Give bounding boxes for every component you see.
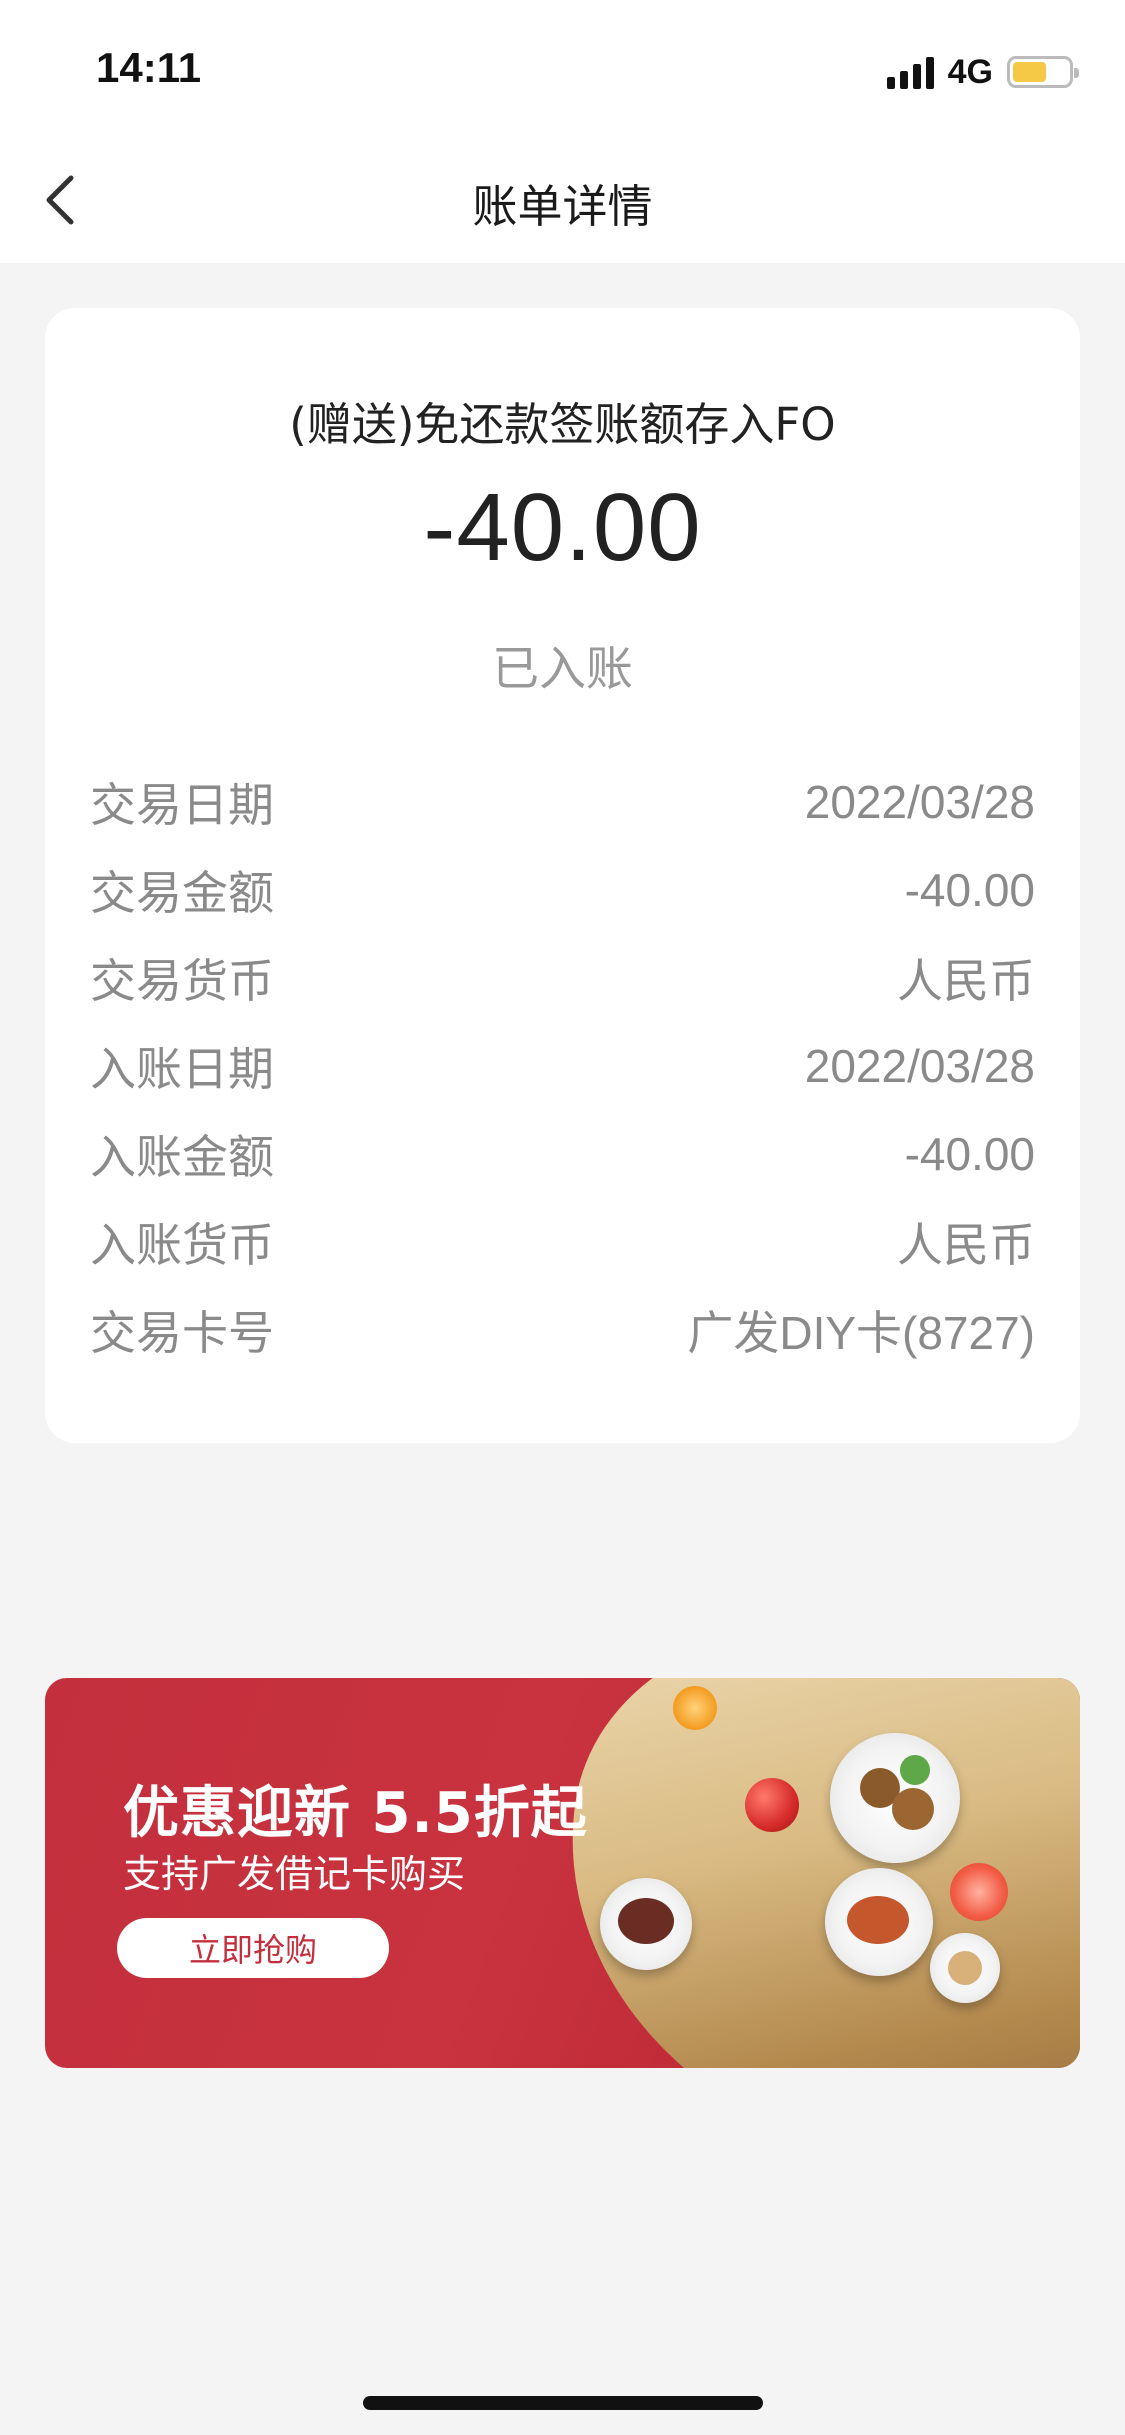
detail-row-posting-currency: 入账货币 人民币 [90,1198,1035,1286]
buy-now-button[interactable]: 立即抢购 [117,1918,389,1978]
detail-value: -40.00 [904,1128,1035,1180]
transaction-description: (赠送)免还款签账额存入FO [289,398,836,451]
detail-value: 广发DIY卡(8727) [687,1307,1035,1359]
detail-value: -40.00 [904,864,1035,916]
food-plate-icon [830,1733,960,1863]
detail-row-posting-date: 入账日期 2022/03/28 [90,1022,1035,1110]
detail-value: 2022/03/28 [804,776,1035,828]
apple-icon [745,1778,799,1832]
detail-label: 入账货币 [90,1218,274,1272]
detail-row-card-number: 交易卡号 广发DIY卡(8727) [90,1286,1035,1374]
status-time: 14:11 [96,44,202,91]
detail-value: 人民币 [897,955,1035,1007]
grapefruit-icon [950,1863,1008,1921]
network-label: 4G [947,52,993,91]
detail-row-transaction-amount: 交易金额 -40.00 [90,846,1035,934]
status-icons: 4G [886,50,1079,94]
page-title: 账单详情 [472,180,653,233]
battery-icon [1007,56,1079,88]
transaction-card: (赠送)免还款签账额存入FO -40.00 已入账 交易日期 2022/03/2… [45,308,1080,1443]
promo-banner[interactable]: 优惠迎新 5.5折起 支持广发借记卡购买 立即抢购 [45,1678,1080,2068]
orange-slice-icon [673,1686,717,1730]
home-indicator[interactable] [363,2396,763,2410]
detail-label: 入账日期 [90,1042,274,1096]
transaction-status: 已入账 [492,642,633,697]
coffee-cup-icon [930,1933,1000,2003]
detail-list: 交易日期 2022/03/28 交易金额 -40.00 交易货币 人民币 入账日… [90,758,1035,1374]
detail-row-posting-amount: 入账金额 -40.00 [90,1110,1035,1198]
transaction-amount: -40.00 [423,474,702,581]
top-bar: 14:11 4G 账单详情 [0,0,1125,263]
detail-label: 交易金额 [90,866,274,920]
crab-plate-icon [825,1868,933,1976]
detail-label: 交易卡号 [90,1306,274,1360]
detail-value: 人民币 [897,1219,1035,1271]
detail-label: 入账金额 [90,1130,274,1184]
steak-plate-icon [600,1878,692,1970]
detail-label: 交易货币 [90,954,274,1008]
detail-label: 交易日期 [90,778,274,832]
banner-subtitle: 支持广发借记卡购买 [123,1852,466,1896]
banner-headline: 优惠迎新 5.5折起 [123,1781,588,1846]
signal-icon [886,55,934,89]
detail-value: 2022/03/28 [804,1040,1035,1092]
detail-row-transaction-date: 交易日期 2022/03/28 [90,758,1035,846]
detail-row-transaction-currency: 交易货币 人民币 [90,934,1035,1022]
